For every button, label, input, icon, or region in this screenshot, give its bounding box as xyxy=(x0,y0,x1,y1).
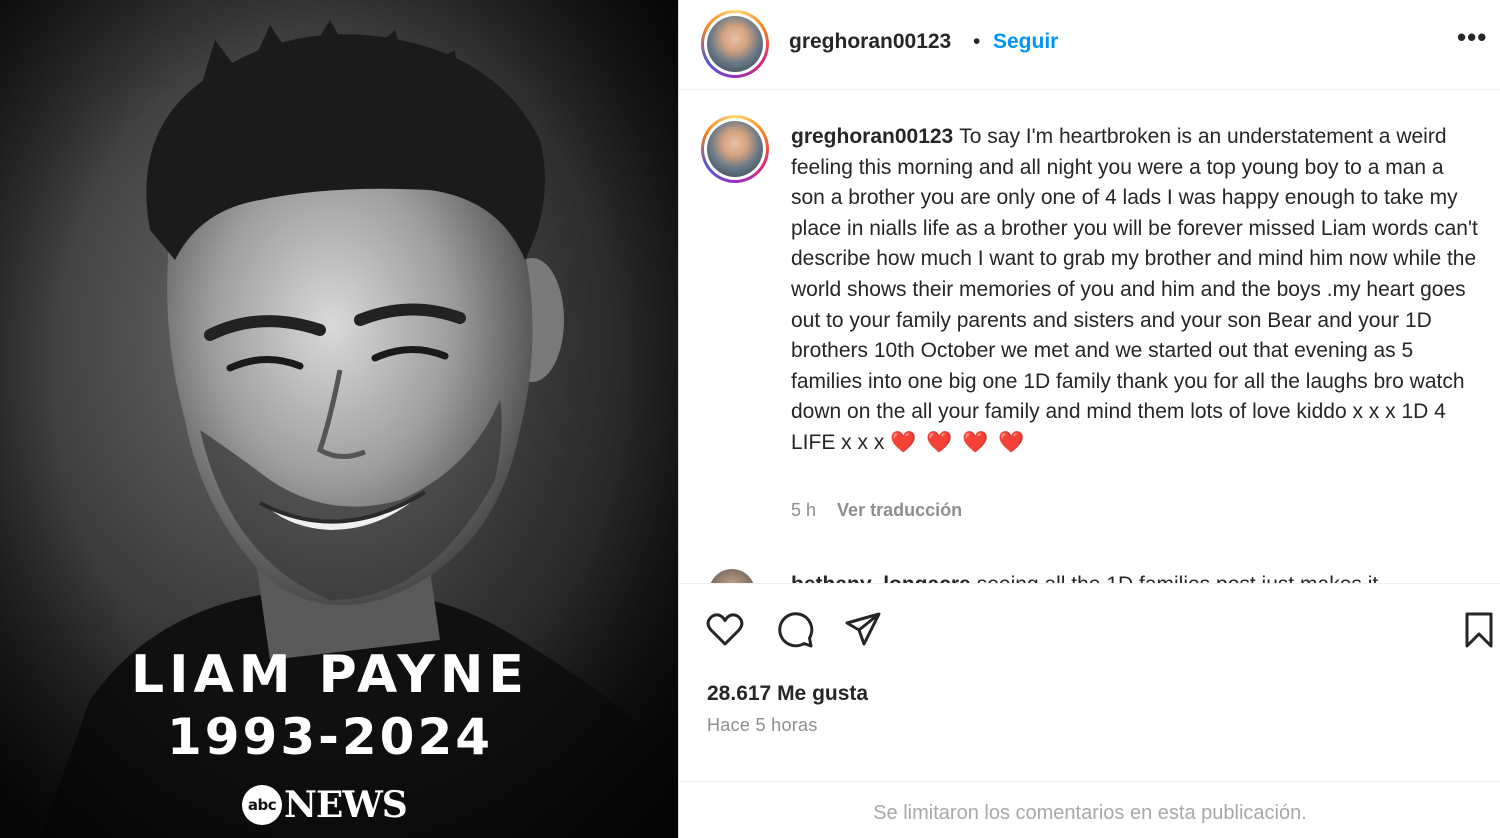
news-wordmark: NEWS xyxy=(284,784,408,826)
bookmark-icon[interactable] xyxy=(1459,610,1499,650)
avatar-image xyxy=(707,121,763,177)
comment-text: seeing all the 1D families post just mak… xyxy=(977,573,1379,583)
more-options-icon[interactable]: ••• xyxy=(1457,22,1487,53)
comment-preview: bethany_longacre seeing all the 1D famili… xyxy=(705,565,1485,583)
commenter-username[interactable]: bethany_longacre xyxy=(791,573,971,583)
caption-username[interactable]: greghoran00123 xyxy=(791,125,953,148)
memorial-photo: LIAM PAYNE 1993-2024 abc NEWS xyxy=(0,0,678,838)
likes-count[interactable]: 28.617 Me gusta xyxy=(707,682,868,706)
follow-button[interactable]: Seguir xyxy=(993,30,1058,54)
comment-text-row: bethany_longacre seeing all the 1D famili… xyxy=(791,573,1378,583)
abc-logo-circle: abc xyxy=(242,785,282,825)
avatar-image xyxy=(707,16,763,72)
heart-icon[interactable] xyxy=(705,610,745,650)
see-translation-link[interactable]: Ver traducción xyxy=(837,500,962,520)
post-panel: greghoran00123 • Seguir ••• greghoran001… xyxy=(678,0,1500,838)
caption-text: To say I'm heartbroken is an understatem… xyxy=(791,125,1478,454)
header-separator: • xyxy=(973,30,981,53)
caption-avatar[interactable] xyxy=(701,115,769,183)
memorial-name: LIAM PAYNE xyxy=(131,645,529,705)
comment-icon[interactable] xyxy=(775,610,815,650)
memorial-years: 1993-2024 xyxy=(166,708,494,766)
caption-age: 5 h xyxy=(791,500,817,520)
caption-section: greghoran00123 To say I'm heartbroken is … xyxy=(679,91,1500,583)
author-username[interactable]: greghoran00123 xyxy=(789,30,951,54)
post-caption: greghoran00123 To say I'm heartbroken is … xyxy=(791,122,1481,459)
share-icon[interactable] xyxy=(843,610,883,650)
post-timestamp: Hace 5 horas xyxy=(707,715,818,735)
caption-meta: 5 h Ver traducción xyxy=(791,500,962,521)
commenter-avatar[interactable] xyxy=(709,569,755,583)
post-header: greghoran00123 • Seguir ••• xyxy=(679,0,1500,90)
author-avatar[interactable] xyxy=(701,10,769,78)
heart-emojis: ❤️ ❤️ ❤️ ❤️ xyxy=(890,430,1027,454)
post-actions: 28.617 Me gusta Hace 5 horas Se limitaro… xyxy=(679,583,1500,838)
comments-limited-notice: Se limitaron los comentarios en esta pub… xyxy=(679,781,1500,838)
abc-news-logo: abc NEWS xyxy=(242,782,408,828)
